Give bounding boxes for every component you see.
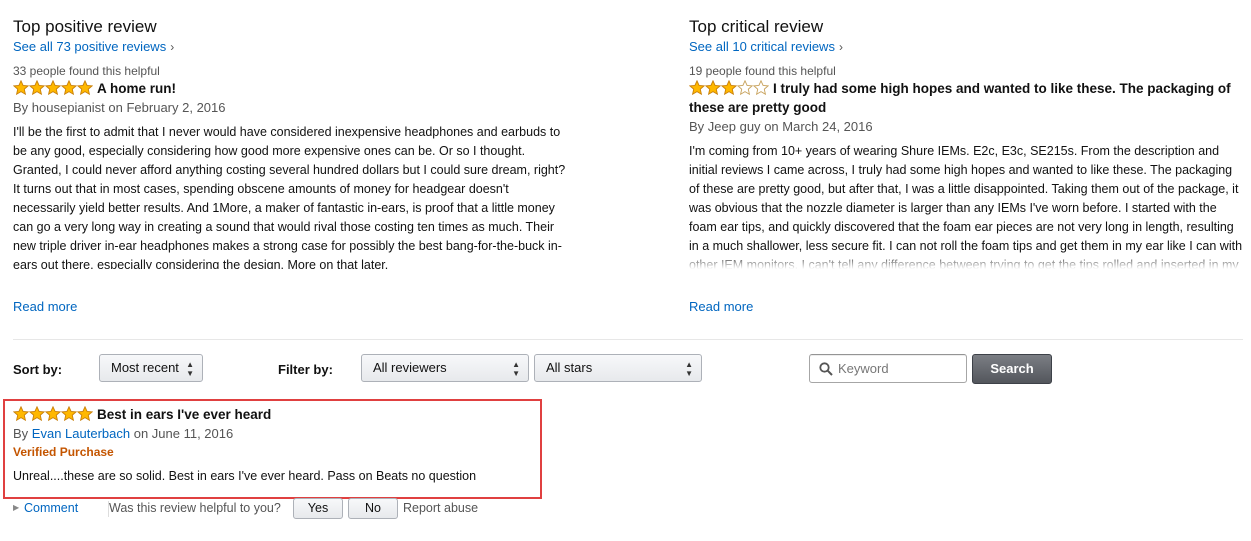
star-filled-icon — [29, 80, 45, 95]
helpful-yes-button[interactable]: Yes — [293, 498, 343, 519]
star-empty-icon — [737, 80, 753, 95]
helpful-question: Was this review helpful to you? — [109, 501, 281, 515]
critical-byline: By Jeep guy on March 24, 2016 — [689, 117, 1244, 136]
star-filled-icon — [721, 80, 737, 95]
search-button[interactable]: Search — [972, 354, 1052, 384]
report-abuse-link[interactable]: Report abuse — [403, 501, 478, 515]
star-filter-value: All stars — [546, 360, 593, 375]
positive-rating-stars — [13, 80, 93, 95]
select-arrows-icon: ▲ ▼ — [186, 360, 194, 378]
by-label: By — [689, 119, 705, 134]
star-filled-icon — [705, 80, 721, 95]
star-filled-icon — [77, 406, 93, 421]
select-arrows-icon: ▲ ▼ — [685, 360, 693, 378]
filter-by-label: Filter by: — [278, 362, 333, 377]
positive-review-body: I'll be the first to admit that I never … — [13, 125, 566, 269]
positive-review-title[interactable]: A home run! — [97, 81, 176, 96]
review-byline: By Evan Lauterbach on June 11, 2016 — [13, 424, 553, 443]
critical-review-title[interactable]: I truly had some high hopes and wanted t… — [689, 81, 1231, 115]
star-filled-icon — [45, 406, 61, 421]
positive-body-container: I'll be the first to admit that I never … — [13, 117, 568, 269]
star-filled-icon — [13, 80, 29, 95]
review-author-link[interactable]: Evan Lauterbach — [32, 426, 130, 441]
top-positive-review: Top positive review See all 73 positive … — [13, 17, 568, 269]
see-all-positive-label[interactable]: See all 73 positive reviews — [13, 39, 166, 54]
critical-body-container: I'm coming from 10+ years of wearing Shu… — [689, 136, 1244, 269]
critical-date: on March 24, 2016 — [764, 119, 873, 134]
star-filled-icon — [13, 406, 29, 421]
positive-helpful-count: 33 people found this helpful — [13, 64, 160, 78]
by-label: By — [13, 100, 29, 115]
critical-heading: Top critical review — [689, 17, 824, 36]
top-critical-review: Top critical review See all 10 critical … — [689, 17, 1244, 269]
star-filled-icon — [29, 406, 45, 421]
chevron-right-icon: › — [170, 40, 175, 54]
positive-byline: By housepianist on February 2, 2016 — [13, 98, 568, 117]
verified-purchase-badge: Verified Purchase — [13, 445, 114, 459]
critical-title-row: I truly had some high hopes and wanted t… — [689, 79, 1244, 117]
keyword-search-box[interactable] — [809, 354, 967, 383]
review-rating-stars — [13, 406, 93, 421]
sort-dropdown[interactable]: Most recent ▲ ▼ — [99, 354, 203, 382]
review-title[interactable]: Best in ears I've ever heard — [97, 407, 271, 422]
by-label: By — [13, 426, 29, 441]
star-filter-dropdown[interactable]: All stars ▲ ▼ — [534, 354, 702, 382]
see-all-positive-link[interactable]: See all 73 positive reviews › — [13, 38, 568, 56]
reviewer-filter-value: All reviewers — [373, 360, 447, 375]
critical-helpful-count: 19 people found this helpful — [689, 64, 836, 78]
select-arrows-icon: ▲ ▼ — [512, 360, 520, 378]
reviewer-filter-dropdown[interactable]: All reviewers ▲ ▼ — [361, 354, 529, 382]
see-all-critical-label[interactable]: See all 10 critical reviews — [689, 39, 835, 54]
positive-author[interactable]: housepianist — [32, 100, 105, 115]
star-filled-icon — [77, 80, 93, 95]
star-filled-icon — [61, 80, 77, 95]
star-filled-icon — [689, 80, 705, 95]
critical-read-more-link[interactable]: Read more — [689, 298, 753, 316]
review-date: on June 11, 2016 — [133, 426, 234, 441]
critical-author[interactable]: Jeep guy — [708, 119, 761, 134]
keyword-input[interactable] — [838, 359, 960, 378]
critical-rating-stars — [689, 80, 769, 95]
positive-date: on February 2, 2016 — [108, 100, 226, 115]
positive-title-row: A home run! — [13, 79, 568, 98]
sort-dropdown-value: Most recent — [111, 360, 179, 375]
positive-read-more-link[interactable]: Read more — [13, 298, 77, 316]
see-all-critical-link[interactable]: See all 10 critical reviews › — [689, 38, 1244, 56]
comment-link[interactable]: Comment — [24, 501, 78, 515]
helpful-no-button[interactable]: No — [348, 498, 398, 519]
critical-review-body: I'm coming from 10+ years of wearing Shu… — [689, 144, 1243, 269]
review-body: Unreal....these are so solid. Best in ea… — [13, 469, 477, 483]
review-title-row: Best in ears I've ever heard — [13, 405, 553, 424]
section-divider — [13, 339, 1243, 340]
search-icon — [819, 362, 833, 376]
star-filled-icon — [61, 406, 77, 421]
sort-by-label: Sort by: — [13, 362, 63, 377]
chevron-right-icon: › — [838, 40, 843, 54]
star-empty-icon — [753, 80, 769, 95]
positive-heading: Top positive review — [13, 17, 157, 36]
star-filled-icon — [45, 80, 61, 95]
caret-right-icon: ▶ — [13, 503, 20, 512]
review-item: Best in ears I've ever heard By Evan Lau… — [13, 405, 553, 486]
